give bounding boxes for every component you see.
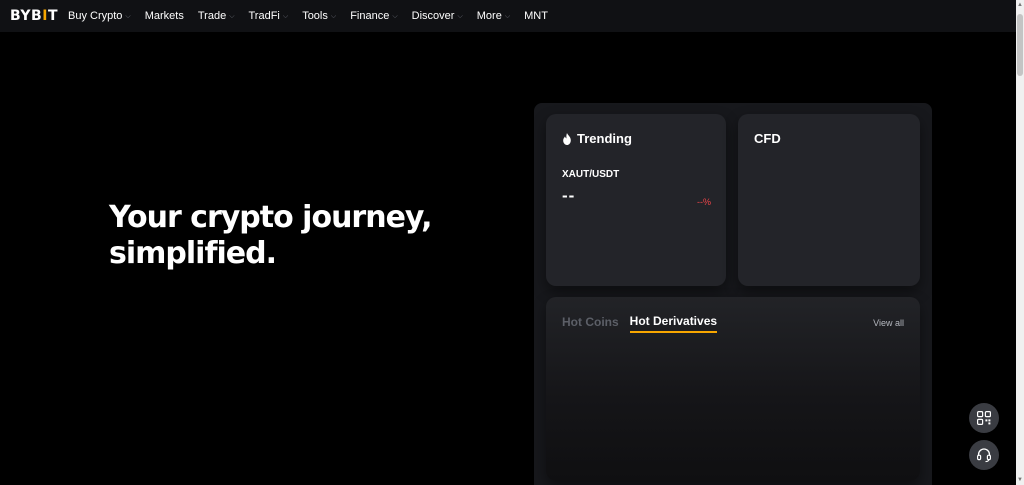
tab-hot-coins[interactable]: Hot Coins: [562, 315, 619, 332]
view-all-link[interactable]: View all: [873, 318, 904, 328]
trending-title-text: Trending: [577, 131, 632, 146]
trending-card[interactable]: Trending XAUT/USDT -- --%: [546, 114, 726, 286]
nav-item-tools[interactable]: Tools ⌵: [302, 10, 336, 22]
nav-item-buy-crypto[interactable]: Buy Crypto ⌵: [68, 10, 131, 22]
nav-menu: Buy Crypto ⌵ Markets Trade ⌵ TradFi ⌵ Tools…: [68, 10, 562, 22]
nav-item-discover[interactable]: Discover ⌵: [412, 10, 463, 22]
nav-label: Discover: [411, 10, 455, 22]
cfd-title: CFD: [754, 131, 781, 146]
nav-label: Buy Crypto: [68, 10, 123, 22]
chevron-down-icon: ⌵: [392, 13, 398, 20]
hot-tabs: Hot Coins Hot Derivatives: [562, 314, 728, 333]
support-button[interactable]: [969, 440, 999, 470]
qr-code-icon: [977, 411, 991, 425]
nav-label: Trade: [197, 10, 227, 22]
market-panel: Trending XAUT/USDT -- --% CFD Hot Coins …: [534, 103, 932, 485]
chevron-down-icon: ⌵: [282, 13, 289, 20]
chevron-down-icon: ⌵: [229, 13, 235, 20]
nav-item-mnt[interactable]: MNT: [524, 10, 548, 22]
nav-label: Tools: [302, 10, 328, 22]
fire-icon: [563, 132, 571, 145]
logo-suffix: T: [47, 8, 58, 24]
qr-code-button[interactable]: [969, 403, 999, 433]
trending-pair[interactable]: XAUT/USDT: [562, 169, 619, 180]
nav-item-more[interactable]: More ⌵: [477, 10, 510, 22]
nav-label: MNT: [524, 10, 548, 22]
cfd-card[interactable]: CFD: [738, 114, 920, 286]
nav-label: More: [476, 10, 502, 22]
trending-change: --%: [697, 197, 711, 207]
page-scrollbar[interactable]: ▲ ▼: [1016, 0, 1024, 485]
scroll-thumb[interactable]: [1017, 14, 1023, 76]
nav-item-finance[interactable]: Finance ⌵: [350, 10, 397, 22]
tab-hot-derivatives[interactable]: Hot Derivatives: [629, 314, 718, 333]
nav-label: Finance: [350, 10, 390, 22]
nav-label: TradFi: [248, 10, 280, 22]
chevron-down-icon: ⌵: [457, 13, 463, 20]
top-nav: BYBIT Buy Crypto ⌵ Markets Trade ⌵ TradFi ⌵…: [0, 0, 1016, 32]
headset-icon: [977, 448, 991, 463]
scroll-up-arrow-icon[interactable]: ▲: [1016, 0, 1024, 10]
scroll-down-arrow-icon[interactable]: ▼: [1016, 475, 1024, 485]
chevron-down-icon: ⌵: [125, 13, 131, 20]
nav-item-markets[interactable]: Markets: [145, 10, 184, 22]
nav-item-tradfi[interactable]: TradFi ⌵: [249, 10, 289, 22]
hero-line-1: Your crypto journey,: [109, 200, 433, 235]
nav-item-trade[interactable]: Trade ⌵: [198, 10, 235, 22]
bybit-logo[interactable]: BYBIT: [10, 8, 58, 24]
trending-price: --: [562, 186, 576, 205]
trending-title: Trending: [562, 131, 632, 146]
hero-line-2: simplified.: [109, 236, 277, 271]
nav-label: Markets: [144, 10, 184, 22]
hot-list-card: Hot Coins Hot Derivatives View all: [546, 297, 920, 481]
hero-headline: Your crypto journey, simplified.: [109, 200, 469, 272]
chevron-down-icon: ⌵: [330, 13, 337, 20]
chevron-down-icon: ⌵: [504, 13, 511, 20]
logo-prefix: BYB: [10, 8, 43, 24]
